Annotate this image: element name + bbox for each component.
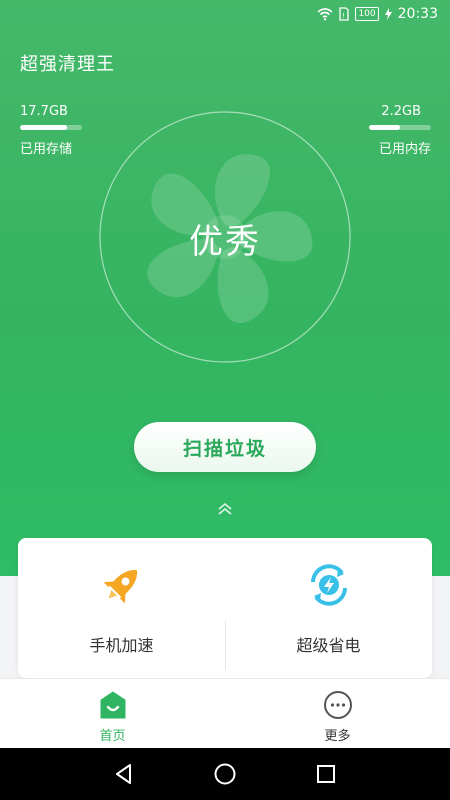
recents-icon[interactable]: [314, 762, 338, 786]
more-icon: [324, 691, 352, 719]
memory-bar-fill: [369, 125, 400, 130]
chevron-up-icon[interactable]: [216, 500, 234, 518]
storage-bar-fill: [20, 125, 67, 130]
rocket-icon: [103, 570, 137, 604]
tab-home[interactable]: 首页: [0, 679, 225, 749]
phone-boost-item[interactable]: 手机加速: [18, 538, 225, 678]
status-bar: ! 100 20:33: [0, 0, 450, 30]
scan-junk-button[interactable]: 扫描垃圾: [134, 422, 316, 472]
tab-more-label: 更多: [324, 729, 351, 744]
home-nav-icon[interactable]: [213, 762, 237, 786]
memory-value: 2.2GB: [381, 104, 421, 119]
storage-stat: 17.7GB 已用存储: [20, 104, 82, 157]
memory-stat: 2.2GB 已用内存: [369, 104, 431, 157]
feature-card: 手机加速 超级省电: [18, 538, 432, 678]
battery-saver-icon: [311, 564, 347, 606]
charging-icon: [384, 8, 392, 20]
system-nav-bar: [0, 748, 450, 800]
power-saver-label: 超级省电: [296, 636, 361, 655]
storage-label: 已用存储: [20, 142, 73, 157]
wifi-icon: [317, 8, 333, 21]
storage-bar: [20, 125, 82, 130]
health-score: 优秀: [189, 222, 261, 262]
bottom-tab-bar: 首页 更多: [0, 678, 450, 748]
tab-more[interactable]: 更多: [225, 679, 450, 749]
svg-text:!: !: [342, 12, 345, 20]
sim-icon: !: [339, 7, 350, 21]
back-icon[interactable]: [112, 762, 136, 786]
app-title: 超强清理王: [20, 54, 115, 75]
battery-indicator: 100: [355, 7, 379, 21]
status-time: 20:33: [397, 6, 438, 22]
tab-home-label: 首页: [99, 729, 126, 744]
phone-boost-label: 手机加速: [89, 636, 154, 655]
memory-label: 已用内存: [378, 142, 431, 157]
power-saver-item[interactable]: 超级省电: [225, 538, 432, 678]
fan-gauge: 优秀: [98, 110, 352, 364]
storage-value: 17.7GB: [20, 104, 68, 119]
home-icon: [100, 691, 126, 719]
memory-bar: [369, 125, 431, 130]
